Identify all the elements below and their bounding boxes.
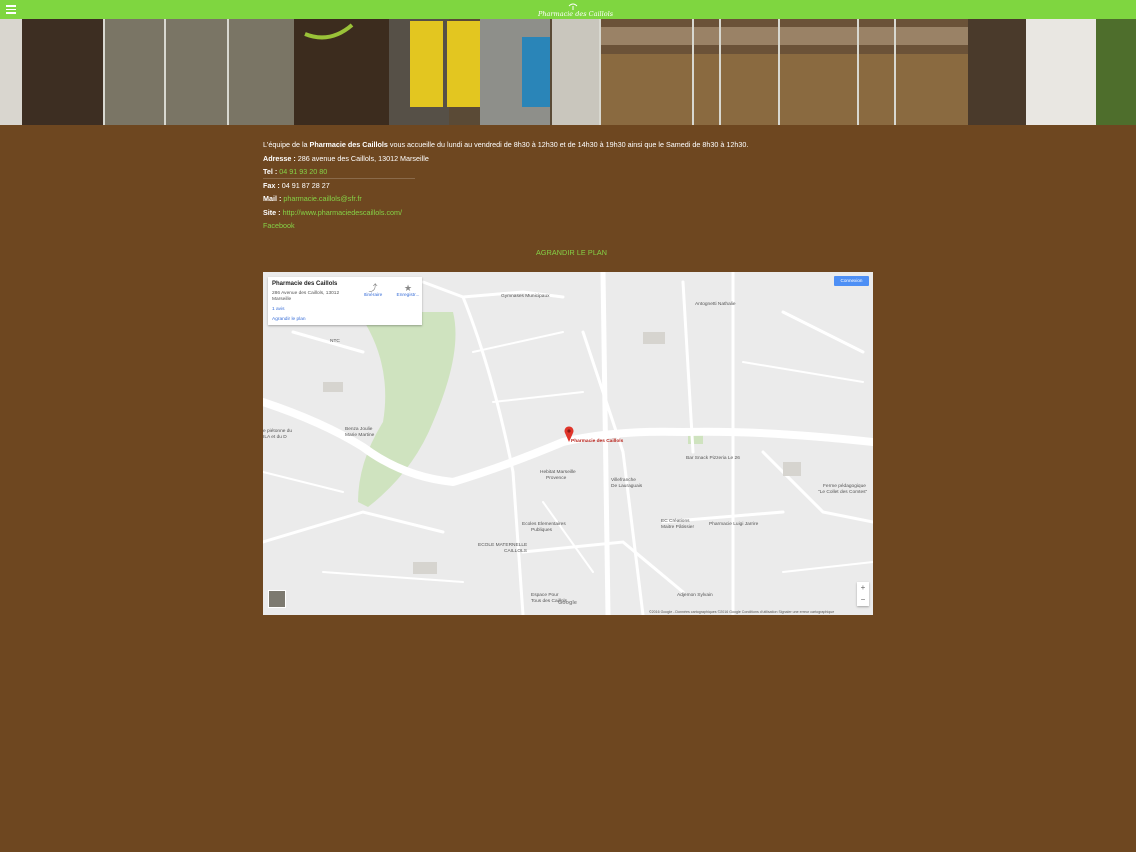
map-label-publiques: Publiques — [531, 528, 553, 533]
storefront-photo — [0, 19, 1136, 125]
map-label-snack: Bar Snack Pizzeria Le 26 — [686, 456, 740, 461]
address-line: Adresse : 286 avenue des Caillols, 13012… — [263, 154, 429, 163]
opening-hours: vous accueille du lundi au vendredi de 8… — [387, 140, 749, 149]
map-label-lauraguais: De Lauraguais — [611, 484, 643, 489]
place-title: Pharmacie des Caillols — [272, 281, 338, 287]
map-label-ntc: NTC — [330, 339, 340, 344]
map-label-gymnases: Gymnases Municipaux — [501, 294, 550, 299]
map-footer: ©2016 Google - Données cartographiques ©… — [649, 610, 835, 614]
google-logo: Google — [558, 600, 577, 606]
map-label-ecoles: Ecoles Elementaires — [522, 522, 566, 527]
mail-line: Mail : pharmacie.caillols@sfr.fr — [263, 194, 362, 203]
connexion-button[interactable]: Connexion — [834, 276, 869, 286]
tel-link[interactable]: 04 91 93 20 80 — [277, 167, 327, 176]
map-label-caillols: CAILLOLS — [504, 549, 527, 554]
site-line: Site : http://www.pharmaciedescaillols.c… — [263, 208, 402, 217]
map-label-ec: EC Créations — [661, 519, 690, 524]
fax-line: Fax : 04 91 87 28 27 — [263, 181, 330, 190]
save-label: Enregistr... — [396, 293, 420, 298]
reviews-link[interactable]: 1 avis — [272, 307, 285, 312]
directions-button[interactable]: ⤴ Itinéraire — [361, 283, 385, 298]
map-label-ferme: Ferme pédagogique — [823, 484, 866, 489]
directions-label: Itinéraire — [363, 293, 383, 298]
map-label-benza: Benza Joulie — [345, 427, 373, 432]
card-enlarge-link[interactable]: Agrandir le plan — [272, 317, 306, 322]
map-label-provence: Provence — [546, 476, 567, 481]
address-value: 286 avenue des Caillols, 13012 Marseille — [295, 154, 429, 163]
site-logo[interactable]: Pharmacie des Caillols — [538, 3, 614, 18]
mail-label: Mail : — [263, 194, 282, 203]
site-link[interactable]: http://www.pharmaciedescaillols.com/ — [281, 208, 402, 217]
place-card: Pharmacie des Caillols 286 Avenue des Ca… — [268, 277, 422, 325]
map-label-passerelle: e piétonne du — [263, 429, 293, 434]
zoom-in-button[interactable]: + — [857, 582, 869, 594]
facebook-link[interactable]: Facebook — [263, 221, 295, 230]
site-label: Site : — [263, 208, 281, 217]
map-label-adjemon: Adjemon Sylvain — [677, 593, 713, 598]
pharmacy-name: Pharmacie des Caillols — [309, 140, 388, 149]
map-label-villefranche: Villefranche — [611, 478, 636, 483]
map-label-collet: "Le Collet des Comtes" — [818, 490, 868, 495]
intro-prefix: L'équipe de la — [263, 140, 310, 149]
map-label-espace: Espace Pour — [531, 593, 559, 598]
google-map[interactable]: Pharmacie des Caillols 286 Avenue des Ca… — [263, 272, 873, 615]
mail-link[interactable]: pharmacie.caillols@sfr.fr — [281, 194, 361, 203]
directions-icon: ⤴ — [368, 283, 378, 293]
tel-label: Tel : — [263, 167, 278, 176]
pharmacy-storefront-banner — [0, 19, 1136, 125]
map-label-marie: Marie Martine — [345, 433, 375, 438]
map-label-passerelle2: ILA et du D — [263, 435, 287, 440]
zoom-out-button[interactable]: − — [857, 594, 869, 606]
logo-text: Pharmacie des Caillols — [538, 10, 614, 18]
zoom-control: + − — [857, 582, 869, 606]
map-label-maitre: Maitre Pâtissier — [661, 525, 695, 530]
save-button[interactable]: ★ Enregistr... — [396, 283, 420, 298]
hamburger-menu-icon[interactable] — [6, 5, 16, 14]
tel-line: Tel : 04 91 93 20 80 — [263, 167, 327, 176]
map-label-antognetti: Antognetti Nathalie — [695, 302, 736, 307]
star-icon: ★ — [403, 283, 413, 293]
street-view-icon[interactable] — [268, 590, 286, 608]
fax-label: Fax : — [263, 181, 280, 190]
tel-divider — [263, 178, 415, 179]
fax-value: 04 91 87 28 27 — [279, 181, 330, 190]
place-address: 286 Avenue des Caillols, 13012 Marseille — [272, 291, 340, 302]
top-bar: Pharmacie des Caillols — [0, 0, 1136, 19]
map-label-luigi: Pharmacie Luigi Jarrire — [709, 522, 759, 527]
enlarge-map-link[interactable]: AGRANDIR LE PLAN — [536, 248, 607, 257]
map-label-maternelle: ECOLE MATERNELLE — [478, 543, 528, 548]
pin-label: Pharmacie des Caillols — [571, 439, 624, 444]
map-label-hebitat: Hebitat Marseille — [540, 470, 576, 475]
address-label: Adresse : — [263, 154, 296, 163]
intro-text: L'équipe de la Pharmacie des Caillols vo… — [263, 140, 748, 149]
